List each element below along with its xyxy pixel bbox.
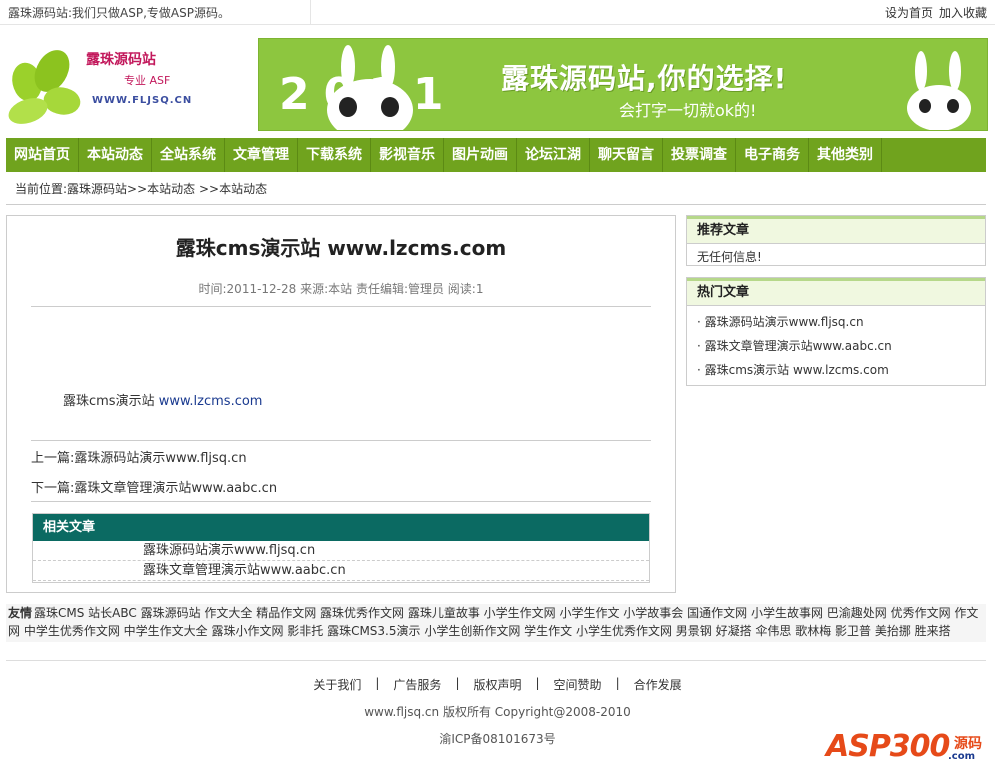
watermark-logo: ASP300 源码 .com — [826, 717, 991, 765]
nav-item-forum[interactable]: 论坛江湖 — [517, 138, 590, 172]
hot-list: · 露珠源码站演示www.fljsq.cn · 露珠文章管理演示站www.aab… — [687, 306, 985, 386]
recommended-box: 推荐文章 无任何信息! — [686, 215, 986, 266]
divider — [6, 204, 986, 205]
footer-link-copyright[interactable]: 版权声明 — [473, 676, 521, 693]
prev-article-link[interactable]: 上一篇:露珠源码站演示www.fljsq.cn — [31, 447, 247, 466]
banner-subtitle: 会打字一切就ok的! — [619, 101, 757, 120]
footer-link-sponsor[interactable]: 空间赞助 — [554, 676, 602, 693]
nav-item-images[interactable]: 图片动画 — [444, 138, 517, 172]
list-item[interactable]: · 露珠文章管理演示站www.aabc.cn — [697, 334, 975, 358]
article-body-text: 露珠cms演示站 — [63, 394, 159, 409]
hot-title: 热门文章 — [687, 278, 985, 306]
footer-link-about[interactable]: 关于我们 — [313, 676, 361, 693]
watermark-tag: 源码 — [954, 736, 982, 752]
nav-item-system[interactable]: 全站系统 — [152, 138, 225, 172]
site-slogan: 露珠源码站:我们只做ASP,专做ASP源码。 — [8, 5, 230, 20]
related-link[interactable]: 露珠文章管理演示站www.aabc.cn — [143, 563, 346, 578]
next-article-link[interactable]: 下一篇:露珠文章管理演示站www.aabc.cn — [31, 477, 277, 496]
nav-item-home[interactable]: 网站首页 — [6, 138, 79, 172]
nav-item-articles[interactable]: 文章管理 — [225, 138, 298, 172]
friend-links: 友情 露珠CMS 站长ABC 露珠源码站 作文大全 精品作文网 露珠优秀作文网 露… — [6, 604, 986, 642]
top-links: 设为首页 加入收藏 — [885, 4, 987, 21]
logo-name: 露珠源码站 — [86, 52, 156, 68]
list-item[interactable]: · 露珠cms演示站 www.lzcms.com — [697, 358, 975, 382]
recommended-title: 推荐文章 — [687, 216, 985, 244]
leaf-icon — [6, 95, 50, 127]
top-bar: 露珠源码站:我们只做ASP,专做ASP源码。 设为首页 加入收藏 — [0, 0, 995, 25]
site-logo[interactable]: 露珠源码站 专业 ASF WWW.FLJSQ.CN — [4, 39, 191, 135]
nav-item-media[interactable]: 影视音乐 — [371, 138, 444, 172]
footer-separator: | — [455, 676, 460, 690]
friend-links-label: 友情 — [8, 606, 33, 620]
related-title: 相关文章 — [33, 514, 649, 541]
hot-articles-box: 热门文章 · 露珠源码站演示www.fljsq.cn · 露珠文章管理演示站ww… — [686, 277, 986, 386]
friend-links-list[interactable]: 露珠CMS 站长ABC 露珠源码站 作文大全 精品作文网 露珠优秀作文网 露珠儿… — [8, 606, 978, 638]
article-title: 露珠cms演示站 www.lzcms.com — [175, 236, 507, 260]
watermark-com: .com — [948, 751, 976, 762]
bunny-icon — [907, 51, 971, 130]
set-home-link[interactable]: 设为首页 — [885, 4, 933, 21]
article-body: 露珠cms演示站 www.lzcms.com — [63, 390, 262, 409]
article-body-link[interactable]: www.lzcms.com — [159, 394, 263, 409]
article-panel: 露珠cms演示站 www.lzcms.com 时间:2011-12-28 来源:… — [6, 215, 676, 593]
related-articles: 相关文章 露珠源码站演示www.fljsq.cn 露珠文章管理演示站www.aa… — [32, 513, 650, 583]
nav-item-other[interactable]: 其他类别 — [809, 138, 882, 172]
hot-link[interactable]: · 露珠cms演示站 www.lzcms.com — [697, 363, 889, 377]
footer-link-ads[interactable]: 广告服务 — [393, 676, 441, 693]
footer-nav: 关于我们 | 广告服务 | 版权声明 | 空间赞助 | 合作发展 — [0, 676, 995, 693]
divider — [6, 660, 986, 661]
list-item[interactable]: · 露珠源码站演示www.fljsq.cn — [697, 310, 975, 334]
footer-separator: | — [375, 676, 380, 690]
nav-item-vote[interactable]: 投票调查 — [663, 138, 736, 172]
add-favorite-link[interactable]: 加入收藏 — [939, 4, 987, 21]
logo-tagline: 专业 ASF — [124, 74, 171, 87]
divider — [31, 501, 651, 502]
nav-item-downloads[interactable]: 下载系统 — [298, 138, 371, 172]
nav-item-news[interactable]: 本站动态 — [79, 138, 152, 172]
recommended-empty: 无任何信息! — [697, 250, 762, 264]
header: 露珠源码站 专业 ASF WWW.FLJSQ.CN 2011 露珠源码站,你的选… — [0, 25, 995, 137]
footer-separator: | — [615, 676, 620, 690]
breadcrumb: 当前位置:露珠源码站>>本站动态 >>本站动态 — [15, 182, 268, 196]
nav-item-ecommerce[interactable]: 电子商务 — [736, 138, 809, 172]
banner[interactable]: 2011 露珠源码站,你的选择! 会打字一切就ok的! — [258, 38, 988, 131]
nav-item-chat[interactable]: 聊天留言 — [590, 138, 663, 172]
banner-headline: 露珠源码站,你的选择! — [501, 62, 788, 95]
list-item[interactable]: 露珠源码站演示www.fljsq.cn — [33, 541, 649, 561]
footer-link-cooperate[interactable]: 合作发展 — [634, 676, 682, 693]
main-nav: 网站首页 本站动态 全站系统 文章管理 下载系统 影视音乐 图片动画 论坛江湖 … — [6, 138, 986, 172]
related-link[interactable]: 露珠源码站演示www.fljsq.cn — [143, 543, 315, 558]
divider — [31, 306, 651, 307]
hot-link[interactable]: · 露珠文章管理演示站www.aabc.cn — [697, 339, 892, 353]
logo-domain: WWW.FLJSQ.CN — [92, 95, 193, 106]
topbar-divider — [310, 0, 311, 24]
watermark-brand: ASP300 — [826, 729, 950, 764]
list-item[interactable]: 露珠文章管理演示站www.aabc.cn — [33, 561, 649, 581]
hot-link[interactable]: · 露珠源码站演示www.fljsq.cn — [697, 315, 864, 329]
footer-separator: | — [535, 676, 540, 690]
divider — [31, 440, 651, 441]
article-meta: 时间:2011-12-28 来源:本站 责任编辑:管理员 阅读:1 — [198, 282, 484, 296]
